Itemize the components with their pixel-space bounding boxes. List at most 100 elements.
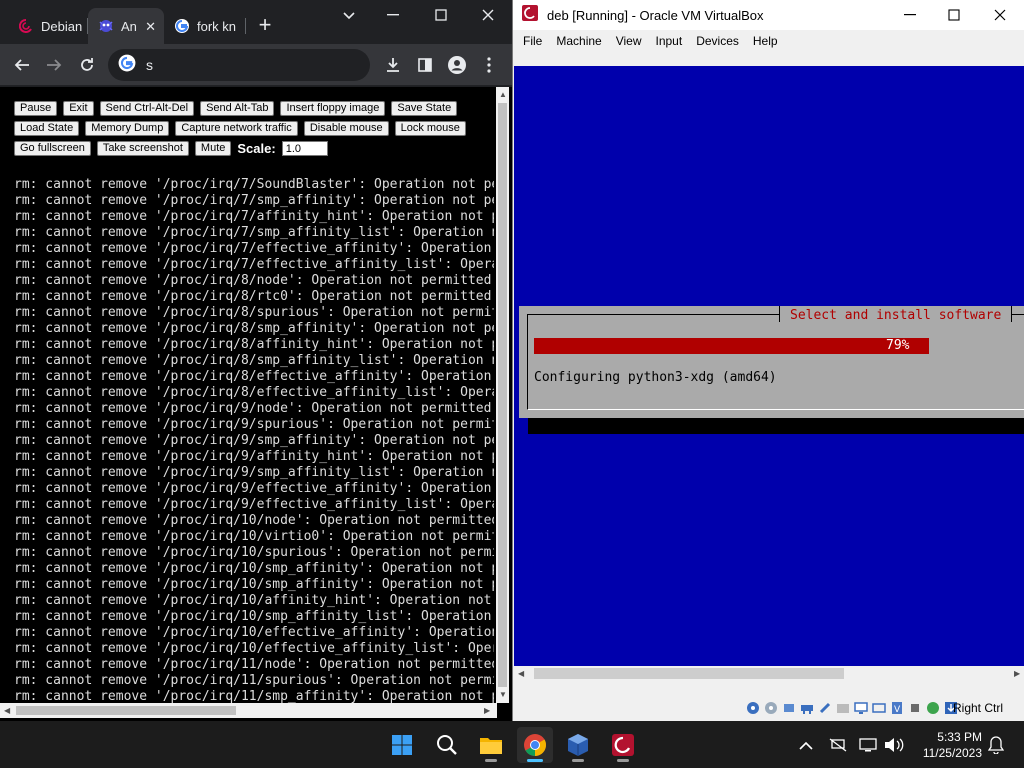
exit-button[interactable]: Exit: [63, 101, 94, 116]
menu-machine[interactable]: Machine: [556, 34, 601, 48]
terminal-line: rm: cannot remove '/proc/irq/8/spurious'…: [14, 305, 494, 320]
scale-input[interactable]: [281, 141, 328, 156]
more-menu-icon[interactable]: [477, 53, 501, 77]
dialog-frame: [527, 314, 1024, 410]
load-state-button[interactable]: Load State: [14, 121, 80, 136]
minimize-icon[interactable]: [380, 5, 406, 25]
tab-debian[interactable]: Debian: [8, 8, 88, 44]
video-capture-icon[interactable]: [871, 700, 887, 716]
reload-icon[interactable]: [75, 53, 99, 77]
menu-devices[interactable]: Devices: [696, 34, 739, 48]
scroll-up-icon[interactable]: ▲: [499, 90, 507, 100]
emulator-controls: Pause Exit Send Ctrl-Alt-Del Send Alt-Ta…: [14, 101, 494, 161]
scrollbar-thumb[interactable]: [498, 103, 507, 687]
back-icon[interactable]: [10, 53, 34, 77]
terminal-output[interactable]: rm: cannot remove '/proc/irq/7/SoundBlas…: [14, 177, 494, 704]
memory-dump-button[interactable]: Memory Dump: [85, 121, 170, 136]
maximize-icon[interactable]: [943, 6, 965, 24]
scroll-right-icon[interactable]: ▶: [1014, 669, 1020, 679]
vm-display[interactable]: Select and install software 79% Configur…: [514, 66, 1024, 666]
browser-toolbar: s: [0, 44, 512, 86]
menu-help[interactable]: Help: [753, 34, 778, 48]
notification-bell-icon[interactable]: [986, 735, 1006, 755]
terminal-line: rm: cannot remove '/proc/irq/7/affinity_…: [14, 209, 494, 224]
maximize-icon[interactable]: [428, 5, 454, 25]
scrollbar-thumb[interactable]: [534, 668, 844, 679]
fullscreen-button[interactable]: Go fullscreen: [14, 141, 91, 156]
volume-icon[interactable]: [884, 735, 904, 755]
network-icon[interactable]: [799, 700, 815, 716]
windows-start-icon[interactable]: [384, 727, 420, 763]
scroll-right-icon[interactable]: ▶: [484, 706, 490, 716]
cpu-icon[interactable]: [907, 700, 923, 716]
virtualbox-icon[interactable]: [560, 727, 596, 763]
close-tab-icon[interactable]: ✕: [145, 19, 156, 35]
terminal-line: rm: cannot remove '/proc/irq/9/effective…: [14, 481, 492, 496]
pause-button[interactable]: Pause: [14, 101, 58, 116]
send-ctrl-alt-del-button[interactable]: Send Ctrl-Alt-Del: [99, 101, 195, 116]
display-icon[interactable]: [853, 700, 869, 716]
optical-drive-icon[interactable]: [763, 700, 779, 716]
scrollbar-thumb[interactable]: [16, 706, 236, 715]
address-bar[interactable]: s: [108, 49, 370, 81]
terminal-line: rm: cannot remove '/proc/irq/8/smp_affin…: [14, 353, 494, 368]
minimize-icon[interactable]: [899, 6, 921, 24]
side-panel-icon[interactable]: [413, 53, 437, 77]
terminal-line: rm: cannot remove '/proc/irq/7/smp_affin…: [14, 225, 494, 240]
system-clock[interactable]: 5:33 PM 11/25/2023: [918, 729, 982, 761]
send-alt-tab-button[interactable]: Send Alt-Tab: [200, 101, 275, 116]
clock-date: 11/25/2023: [922, 746, 982, 760]
virtualbox-app-icon: [521, 4, 539, 27]
menu-view[interactable]: View: [616, 34, 642, 48]
audio-icon[interactable]: [781, 700, 797, 716]
terminal-line: rm: cannot remove '/proc/irq/10/smp_affi…: [14, 561, 494, 576]
disable-mouse-button[interactable]: Disable mouse: [303, 121, 389, 136]
network-disconnected-icon[interactable]: [828, 735, 848, 755]
close-window-icon[interactable]: [989, 6, 1011, 24]
profile-icon[interactable]: [445, 53, 469, 77]
host-key-label: Right Ctrl: [953, 701, 1004, 715]
horizontal-scrollbar[interactable]: ◀ ▶: [0, 703, 497, 718]
scroll-left-icon[interactable]: ◀: [518, 669, 524, 679]
usb-icon[interactable]: [817, 700, 833, 716]
close-window-icon[interactable]: [475, 5, 501, 25]
terminal-line: rm: cannot remove '/proc/irq/11/smp_affi…: [14, 689, 494, 704]
take-screenshot-button[interactable]: Take screenshot: [96, 141, 189, 156]
shared-folder-icon[interactable]: [835, 700, 851, 716]
terminal-line: rm: cannot remove '/proc/irq/9/spurious'…: [14, 417, 494, 432]
mouse-integration-icon[interactable]: [925, 700, 941, 716]
tab-fork[interactable]: fork kn: [164, 8, 246, 44]
scroll-left-icon[interactable]: ◀: [4, 706, 10, 716]
vertical-scrollbar[interactable]: ▲ ▼: [496, 87, 509, 703]
chevron-up-icon[interactable]: [796, 735, 816, 755]
forward-icon[interactable]: [42, 53, 66, 77]
tab-search-icon[interactable]: [342, 8, 360, 24]
new-tab-button[interactable]: +: [254, 14, 276, 36]
page-viewport: Pause Exit Send Ctrl-Alt-Del Send Alt-Ta…: [0, 87, 512, 721]
virtualization-icon[interactable]: V: [889, 700, 905, 716]
lock-mouse-button[interactable]: Lock mouse: [394, 121, 466, 136]
insert-floppy-button[interactable]: Insert floppy image: [280, 101, 386, 116]
vm-horizontal-scrollbar[interactable]: ◀ ▶: [514, 666, 1024, 681]
search-icon[interactable]: [429, 727, 465, 763]
terminal-line: rm: cannot remove '/proc/irq/8/node': Op…: [14, 273, 492, 288]
windows-taskbar: 5:33 PM 11/25/2023: [0, 721, 1024, 768]
terminal-line: rm: cannot remove '/proc/irq/9/smp_affin…: [14, 433, 494, 448]
chrome-icon[interactable]: [517, 727, 553, 763]
hard-disk-icon[interactable]: [745, 700, 761, 716]
virtualbox-menubar: File Machine View Input Devices Help: [513, 30, 1024, 52]
capture-network-button[interactable]: Capture network traffic: [175, 121, 298, 136]
menu-file[interactable]: File: [523, 34, 542, 48]
menu-input[interactable]: Input: [656, 34, 683, 48]
save-state-button[interactable]: Save State: [391, 101, 458, 116]
running-indicator: [527, 759, 543, 762]
progress-bar: 79%: [534, 338, 1024, 354]
display-icon[interactable]: [858, 735, 878, 755]
tab-emulator[interactable]: An ✕: [88, 8, 164, 44]
installer-dialog: Select and install software 79% Configur…: [519, 306, 1024, 418]
scroll-down-icon[interactable]: ▼: [499, 690, 507, 700]
download-icon[interactable]: [381, 53, 405, 77]
file-explorer-icon[interactable]: [473, 727, 509, 763]
debian-app-icon[interactable]: [605, 727, 641, 763]
mute-button[interactable]: Mute: [194, 141, 232, 156]
